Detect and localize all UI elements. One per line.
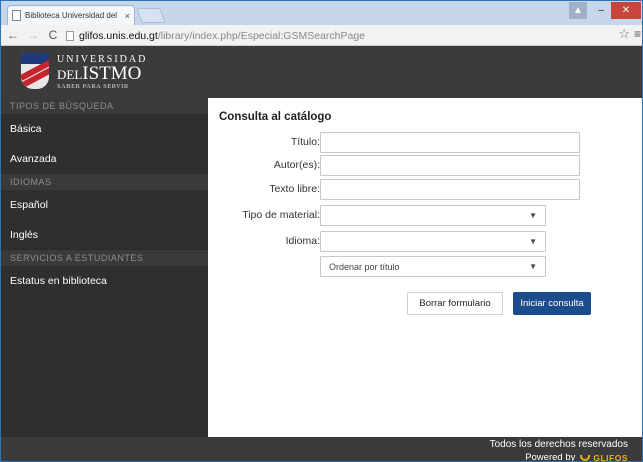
main-content: Consulta al catálogo Título: Autor(es): … — [208, 98, 642, 437]
tipo-material-label: Tipo de material: — [242, 209, 320, 221]
form-row-idioma: Idioma: ▼ — [208, 231, 642, 253]
form-row-tipo: Tipo de material: ▼ — [208, 205, 642, 227]
menu-icon[interactable]: ≡ — [634, 27, 641, 41]
form-row-autor: Autor(es): — [208, 155, 642, 177]
university-crest-icon — [21, 53, 49, 89]
browser-window: Biblioteca Universidad del × ▲ – ▢ ✕ ← →… — [0, 0, 643, 462]
url-host: glifos.unis.edu.gt — [79, 30, 158, 42]
page-icon — [12, 10, 21, 21]
chevron-down-icon: ▼ — [529, 237, 537, 246]
sidebar-item-basica[interactable]: Básica — [1, 114, 208, 144]
bookmark-star-icon[interactable]: ☆ — [618, 26, 630, 42]
new-tab-button[interactable] — [136, 8, 166, 23]
idioma-label: Idioma: — [285, 235, 320, 247]
form-row-texto: Texto libre: — [208, 179, 642, 201]
idioma-select[interactable]: ▼ — [320, 231, 546, 252]
titulo-input[interactable] — [320, 132, 580, 153]
form-row-titulo: Título: — [208, 132, 642, 154]
page-title: Consulta al catálogo — [219, 111, 332, 123]
chevron-down-icon: ▼ — [529, 211, 537, 220]
logo-tagline: SABER PARA SERVIR — [57, 83, 129, 90]
window-close-control: ✕ — [611, 2, 641, 19]
autor-input[interactable] — [320, 155, 580, 176]
tab-close-icon[interactable]: × — [125, 11, 130, 21]
close-window-icon[interactable]: ✕ — [611, 2, 641, 19]
glifos-logo-icon — [580, 454, 591, 461]
sidebar-section-tipos: TIPOS DE BÚSQUEDA — [1, 98, 208, 114]
browser-tab[interactable]: Biblioteca Universidad del × — [7, 5, 135, 25]
powered-by-text: Powered by — [525, 452, 576, 462]
reload-icon[interactable]: C — [45, 28, 61, 42]
sidebar: TIPOS DE BÚSQUEDA Básica Avanzada IDIOMA… — [1, 98, 208, 437]
glifos-brand: GLIFOS — [593, 452, 628, 462]
user-profile-icon[interactable]: ▲ — [569, 2, 587, 19]
texto-libre-label: Texto libre: — [269, 183, 320, 195]
page-icon — [66, 31, 74, 41]
order-select-value: Ordenar por título — [329, 262, 400, 272]
sidebar-section-idiomas: IDIOMAS — [1, 174, 208, 190]
university-logo[interactable]: UNIVERSIDAD DELISTMO SABER PARA SERVIR — [57, 55, 147, 91]
browser-titlebar: Biblioteca Universidad del × ▲ – ▢ ✕ — [1, 1, 642, 25]
footer-powered-by[interactable]: Powered by GLIFOS — [525, 452, 628, 462]
order-select[interactable]: Ordenar por título ▼ — [320, 256, 546, 277]
site-header: UNIVERSIDAD DELISTMO SABER PARA SERVIR — [1, 46, 642, 98]
back-arrow-icon[interactable]: ← — [5, 28, 21, 42]
titulo-label: Título: — [290, 136, 320, 148]
forward-arrow-icon[interactable]: → — [25, 28, 41, 42]
logo-line2: DELISTMO — [57, 63, 142, 84]
url-path: /library/index.php/Especial:GSMSearchPag… — [157, 30, 366, 42]
sidebar-item-ingles[interactable]: Inglés — [1, 220, 208, 250]
site-footer: Todos los derechos reservados Powered by… — [1, 437, 642, 462]
address-bar[interactable]: glifos.unis.edu.gt /library/index.php/Es… — [66, 28, 606, 44]
browser-toolbar: ← → C glifos.unis.edu.gt /library/index.… — [1, 25, 642, 46]
tipo-material-select[interactable]: ▼ — [320, 205, 546, 226]
sidebar-item-avanzada[interactable]: Avanzada — [1, 144, 208, 174]
search-button[interactable]: Iniciar consulta — [513, 292, 591, 315]
sidebar-item-estatus[interactable]: Estatus en biblioteca — [1, 266, 208, 296]
footer-rights: Todos los derechos reservados — [489, 439, 628, 450]
reset-form-button[interactable]: Borrar formulario — [407, 292, 503, 315]
texto-libre-input[interactable] — [320, 179, 580, 200]
autor-label: Autor(es): — [273, 159, 320, 171]
minimize-icon[interactable]: – — [591, 2, 611, 19]
form-row-orden: Ordenar por título ▼ — [208, 256, 642, 278]
sidebar-item-espanol[interactable]: Español — [1, 190, 208, 220]
tab-title: Biblioteca Universidad del — [25, 11, 118, 20]
sidebar-section-servicios: SERVICIOS A ESTUDIANTES — [1, 250, 208, 266]
chevron-down-icon: ▼ — [529, 262, 537, 271]
